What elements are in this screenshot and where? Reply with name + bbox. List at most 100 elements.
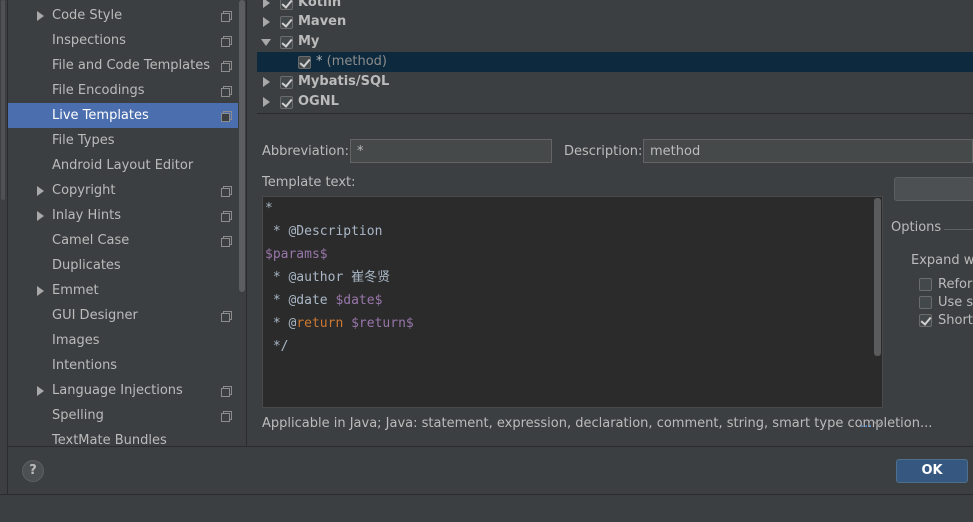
settings-tree-item-label: Language Injections: [52, 383, 183, 398]
dialog-button-bar: [8, 446, 973, 494]
template-label: * (method): [316, 52, 387, 72]
project-level-icon: [221, 61, 232, 72]
settings-tree-item[interactable]: File Encodings: [8, 78, 246, 103]
settings-tree-item-label: Spelling: [52, 408, 104, 423]
expand-arrow-icon[interactable]: [263, 17, 270, 27]
settings-tree-item[interactable]: File Types: [8, 128, 246, 153]
expand-arrow-icon[interactable]: [37, 286, 44, 296]
settings-tree-item[interactable]: Camel Case: [8, 228, 246, 253]
edit-variables-button[interactable]: [894, 177, 973, 201]
code-keyword: return: [296, 316, 344, 331]
project-level-icon: [221, 236, 232, 247]
options-title: Options: [891, 220, 942, 235]
description-input[interactable]: [643, 139, 973, 163]
template-text-editor[interactable]: * * @Description $params$ * @author 崔冬贤 …: [262, 196, 883, 408]
group-row-my[interactable]: My: [257, 32, 973, 52]
use-static-import-checkbox[interactable]: [919, 296, 932, 309]
group-mybatis-checkbox[interactable]: [280, 76, 293, 89]
settings-tree-item[interactable]: Images: [8, 328, 246, 353]
abbreviation-input[interactable]: [350, 139, 552, 163]
settings-tree-item-label: Inlay Hints: [52, 208, 121, 223]
options-separator: [944, 229, 973, 230]
settings-tree-item[interactable]: Inlay Hints: [8, 203, 246, 228]
ok-button[interactable]: OK: [896, 459, 968, 483]
settings-tree-item[interactable]: Code Style: [8, 3, 246, 28]
group-label: My: [298, 34, 320, 49]
template-abbr: *: [316, 54, 323, 69]
template-row-method[interactable]: * (method): [257, 52, 973, 72]
reformat-label: Reforr: [938, 277, 973, 292]
expand-arrow-icon[interactable]: [263, 97, 270, 107]
template-method-checkbox[interactable]: [298, 56, 311, 69]
code-variable: $return$: [351, 316, 414, 331]
settings-tree-item[interactable]: Language Injections: [8, 378, 246, 403]
project-level-icon: [221, 411, 232, 422]
help-button[interactable]: ?: [22, 460, 44, 482]
project-level-icon: [221, 186, 232, 197]
settings-tree-item[interactable]: Duplicates: [8, 253, 246, 278]
collapse-arrow-icon[interactable]: [261, 39, 271, 46]
settings-tree-item[interactable]: Live Templates: [8, 103, 246, 128]
settings-tree-item-label: Code Style: [52, 8, 123, 23]
expand-arrow-icon[interactable]: [263, 77, 270, 87]
settings-tree-item-label: Emmet: [52, 283, 99, 298]
settings-tree-scrollbar-thumb[interactable]: [239, 0, 245, 292]
group-row-ognl[interactable]: OGNL: [257, 92, 973, 112]
settings-tree-item[interactable]: Inspections: [8, 28, 246, 53]
code-text: * @date: [265, 293, 336, 308]
code-line: * @Description: [265, 224, 383, 239]
settings-tree-item-label: File and Code Templates: [52, 58, 210, 73]
settings-tree-item[interactable]: Intentions: [8, 353, 246, 378]
group-kotlin-checkbox[interactable]: [280, 0, 293, 10]
template-text-label: Template text:: [262, 175, 356, 190]
project-level-icon: [221, 36, 232, 47]
expand-arrow-icon[interactable]: [37, 186, 44, 196]
settings-tree-item-label: Intentions: [52, 358, 118, 373]
editor-scrollbar-thumb[interactable]: [874, 198, 881, 356]
settings-tree-item-label: Duplicates: [52, 258, 121, 273]
project-level-icon: [221, 11, 232, 22]
settings-tree-item-label: File Encodings: [52, 83, 145, 98]
settings-tree-item-label: GUI Designer: [52, 308, 138, 323]
settings-tree-item[interactable]: Spelling: [8, 403, 246, 428]
project-level-icon: [221, 111, 232, 122]
code-line: * @return $return$: [265, 312, 414, 335]
settings-tree-item-label: Inspections: [52, 33, 126, 48]
settings-tree-item[interactable]: Android Layout Editor: [8, 153, 246, 178]
footer-strip: [0, 494, 973, 522]
description-label: Description:: [564, 144, 643, 159]
settings-tree-item-label: Camel Case: [52, 233, 130, 248]
project-level-icon: [221, 211, 232, 222]
settings-tree-item[interactable]: File and Code Templates: [8, 53, 246, 78]
group-my-checkbox[interactable]: [280, 36, 293, 49]
expand-arrow-icon[interactable]: [37, 11, 44, 21]
outer-scrollbar[interactable]: [0, 0, 8, 522]
expand-arrow-icon[interactable]: [37, 211, 44, 221]
outer-scrollbar-thumb[interactable]: [1, 0, 5, 200]
settings-tree-item-label: Live Templates: [52, 108, 149, 123]
group-maven-checkbox[interactable]: [280, 16, 293, 29]
settings-tree-item[interactable]: Emmet: [8, 278, 246, 303]
code-line-variable: $params$: [265, 247, 328, 262]
shorten-fq-names-checkbox[interactable]: [919, 314, 932, 327]
settings-tree-item[interactable]: GUI Designer: [8, 303, 246, 328]
settings-tree-item[interactable]: Copyright: [8, 178, 246, 203]
reformat-checkbox[interactable]: [919, 278, 932, 291]
code-line: *: [265, 201, 273, 216]
group-label: OGNL: [298, 94, 339, 109]
group-row-maven[interactable]: Maven: [257, 12, 973, 32]
settings-tree-item-label: File Types: [52, 133, 115, 148]
expand-arrow-icon[interactable]: [263, 0, 270, 8]
group-label: Mybatis/SQL: [298, 74, 390, 89]
change-contexts-link[interactable]: ...: [860, 416, 872, 431]
settings-tree-item-label: Copyright: [52, 183, 116, 198]
group-row-mybatis[interactable]: Mybatis/SQL: [257, 72, 973, 92]
project-level-icon: [221, 386, 232, 397]
settings-tree-item[interactable]: TextMate Bundles: [8, 428, 246, 446]
settings-tree-scrollbar[interactable]: [238, 0, 246, 446]
settings-tree-item-label: Images: [52, 333, 100, 348]
splitter[interactable]: [246, 0, 247, 446]
group-ognl-checkbox[interactable]: [280, 96, 293, 109]
expand-arrow-icon[interactable]: [37, 386, 44, 396]
